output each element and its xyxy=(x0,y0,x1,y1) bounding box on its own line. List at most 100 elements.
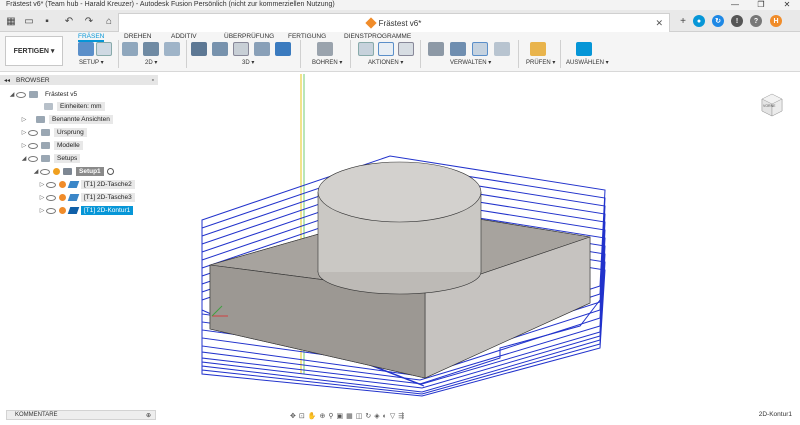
3d-scallop-icon[interactable] xyxy=(275,42,291,56)
refresh-icon[interactable]: ↻ xyxy=(365,412,371,420)
tree-origin[interactable]: ▷ Ursprung xyxy=(20,127,87,138)
tree-op-pocket2[interactable]: ▷ [T1] 2D-Tasche2 xyxy=(38,179,135,190)
pan-icon[interactable]: ✋ xyxy=(308,412,317,420)
browser-pin-icon[interactable]: ▫ xyxy=(152,77,154,84)
cylinder-top[interactable] xyxy=(317,161,482,223)
tab-additiv[interactable]: ADDITIV xyxy=(171,33,197,40)
2d-pocket-icon[interactable] xyxy=(143,42,159,56)
aktionen-group-label[interactable]: AKTIONEN ▾ xyxy=(368,59,403,66)
browser-header[interactable]: ◂◂ BROWSER ▫ xyxy=(0,75,158,85)
3d-viewport[interactable] xyxy=(160,74,800,408)
effects-icon[interactable]: ◈ xyxy=(374,412,379,420)
verwalten-group-label[interactable]: VERWALTEN ▾ xyxy=(450,59,491,66)
notifications-icon[interactable]: ! xyxy=(731,15,743,27)
expand-arrow-icon[interactable]: ◢ xyxy=(32,168,40,175)
3d-pocket-icon[interactable] xyxy=(212,42,228,56)
filter-icon[interactable]: ▽ xyxy=(390,412,395,420)
tab-ueberpruefung[interactable]: ÜBERPRÜFUNG xyxy=(224,33,274,40)
2d-contour-icon[interactable] xyxy=(164,42,180,56)
expand-arrow-icon[interactable]: ▷ xyxy=(20,129,28,136)
visibility-eye-icon[interactable] xyxy=(46,181,56,188)
redo-icon[interactable]: ↷ xyxy=(82,14,96,28)
comments-panel[interactable]: KOMMENTARE ⊕ xyxy=(6,410,156,420)
display-settings-icon[interactable]: ▣ xyxy=(336,412,343,420)
section-icon[interactable]: ◐ xyxy=(383,413,387,420)
tree-root[interactable]: ◢ Frästest v5 xyxy=(8,89,80,100)
visibility-eye-icon[interactable] xyxy=(28,142,38,149)
collapse-browser-icon[interactable]: ◂◂ xyxy=(4,77,10,84)
workspace-selector[interactable]: FERTIGEN ▾ xyxy=(5,36,63,66)
activate-radio-icon[interactable] xyxy=(106,168,114,175)
post-library-icon[interactable] xyxy=(472,42,488,56)
bohren-group-label[interactable]: BOHREN ▾ xyxy=(312,59,342,66)
close-window-button[interactable]: ✕ xyxy=(774,0,800,10)
pruefen-group-label[interactable]: PRÜFEN ▾ xyxy=(526,59,555,66)
visibility-eye-icon[interactable] xyxy=(28,129,38,136)
user-avatar-icon[interactable]: H xyxy=(770,15,782,27)
expand-arrow-icon[interactable]: ◢ xyxy=(20,155,28,162)
setup-icon[interactable] xyxy=(78,42,94,56)
zoom-icon[interactable]: ⊕ xyxy=(319,412,325,420)
visibility-eye-icon[interactable] xyxy=(28,155,38,162)
zoom-window-icon[interactable]: ⚲ xyxy=(328,412,333,420)
orbit-icon[interactable]: ✥ xyxy=(290,412,296,420)
expand-arrow-icon[interactable]: ▷ xyxy=(38,181,46,188)
toolpath-display-icon[interactable]: ⇶ xyxy=(398,412,404,420)
tool-library-icon[interactable] xyxy=(428,42,444,56)
3d-adaptive-icon[interactable] xyxy=(191,42,207,56)
visibility-eye-icon[interactable] xyxy=(40,168,50,175)
setup-sheet-icon[interactable] xyxy=(398,42,414,56)
jobs-circle-icon[interactable]: ↻ xyxy=(712,15,724,27)
tree-named-views[interactable]: ▷ Benannte Ansichten xyxy=(20,114,113,125)
new-tab-icon[interactable]: + xyxy=(676,14,690,28)
tab-fraesen[interactable]: FRÄSEN xyxy=(78,33,105,42)
tab-drehen[interactable]: DREHEN xyxy=(124,33,151,40)
measure-icon[interactable] xyxy=(530,42,546,56)
template-library-icon[interactable] xyxy=(450,42,466,56)
tab-dienstprogramme[interactable]: DIENSTPROGRAMME xyxy=(344,33,411,40)
tab-fertigung[interactable]: FERTIGUNG xyxy=(288,33,326,40)
stock-icon[interactable] xyxy=(96,42,112,56)
task-manager-icon[interactable] xyxy=(494,42,510,56)
visibility-eye-icon[interactable] xyxy=(46,207,56,214)
home-icon[interactable]: ⌂ xyxy=(102,14,116,28)
viewports-icon[interactable]: ◫ xyxy=(356,412,363,420)
grid-menu-icon[interactable]: ▦ xyxy=(4,14,18,28)
help-icon[interactable]: ? xyxy=(750,15,762,27)
visibility-eye-icon[interactable] xyxy=(16,91,26,98)
auswaehlen-group-label[interactable]: AUSWÄHLEN ▾ xyxy=(566,59,609,66)
add-comment-icon[interactable]: ⊕ xyxy=(146,412,151,419)
file-icon[interactable]: ▭ xyxy=(22,14,36,28)
3d-flat-icon[interactable] xyxy=(254,42,270,56)
minimize-button[interactable]: — xyxy=(722,0,748,10)
tree-units[interactable]: Einheiten: mm xyxy=(30,101,105,112)
setup-group-label[interactable]: SETUP ▾ xyxy=(79,59,104,66)
save-icon[interactable]: ▪ xyxy=(40,14,54,28)
help-circle-icon[interactable]: ● xyxy=(693,15,705,27)
tree-setup1[interactable]: ◢ Setup1 xyxy=(32,166,114,177)
tree-setups[interactable]: ◢ Setups xyxy=(20,153,81,164)
expand-arrow-icon[interactable]: ◢ xyxy=(8,91,16,98)
2d-group-label[interactable]: 2D ▾ xyxy=(145,59,157,66)
select-icon[interactable] xyxy=(576,42,592,56)
tree-op-contour1[interactable]: ▷ [T1] 2D-Kontur1 xyxy=(38,205,134,216)
tree-models[interactable]: ▷ Modelle xyxy=(20,140,83,151)
drill-icon[interactable] xyxy=(317,42,333,56)
expand-arrow-icon[interactable]: ▷ xyxy=(20,142,28,149)
expand-arrow-icon[interactable]: ▷ xyxy=(20,116,28,123)
document-tab[interactable]: Frästest v6* ✕ xyxy=(118,13,670,32)
undo-icon[interactable]: ↶ xyxy=(62,14,76,28)
look-at-icon[interactable]: ⊡ xyxy=(299,412,305,420)
expand-arrow-icon[interactable]: ▷ xyxy=(38,194,46,201)
tree-op-pocket3[interactable]: ▷ [T1] 2D-Tasche3 xyxy=(38,192,135,203)
grid-settings-icon[interactable]: ▦ xyxy=(346,412,353,420)
expand-arrow-icon[interactable]: ▷ xyxy=(38,207,46,214)
visibility-eye-icon[interactable] xyxy=(46,194,56,201)
3d-group-label[interactable]: 3D ▾ xyxy=(242,59,254,66)
3d-steep-shallow-icon[interactable] xyxy=(233,42,249,56)
maximize-button[interactable]: ❐ xyxy=(748,0,774,10)
post-process-g1g2-icon[interactable] xyxy=(378,42,394,56)
view-cube[interactable]: VORNE xyxy=(758,90,786,118)
simulate-icon[interactable] xyxy=(358,42,374,56)
close-tab-icon[interactable]: ✕ xyxy=(655,18,663,29)
